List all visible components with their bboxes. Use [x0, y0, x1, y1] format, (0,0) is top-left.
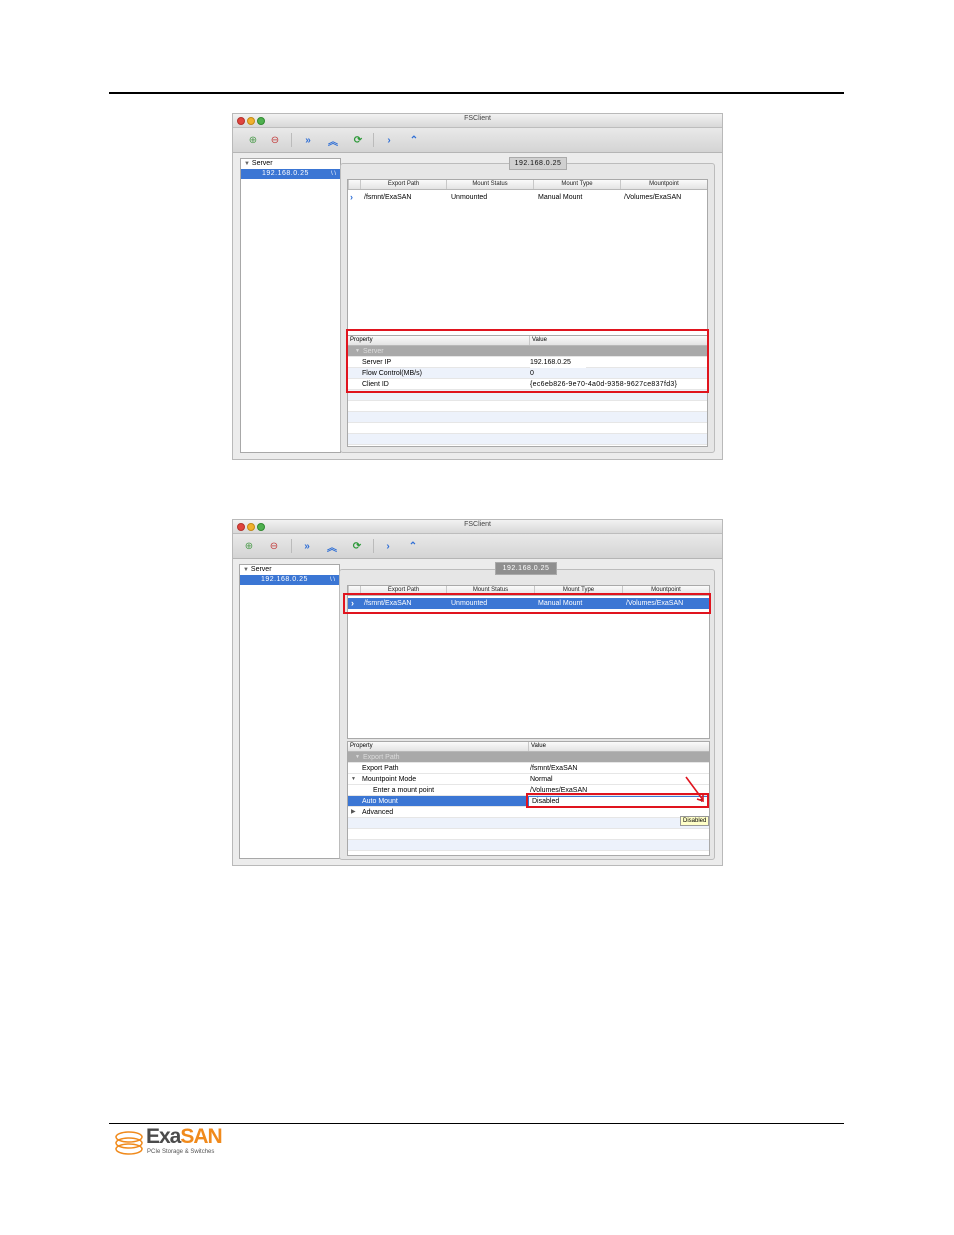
mountpoint-cell: /Volumes/ExaSAN: [624, 194, 682, 201]
remove-server-icon[interactable]: ⊖: [266, 538, 282, 554]
value-column-header[interactable]: Value: [528, 742, 546, 751]
property-row[interactable]: ▼ Mountpoint Mode Normal: [348, 774, 709, 785]
property-column-header[interactable]: Property: [350, 742, 373, 751]
empty-row: [348, 434, 707, 445]
property-name: Enter a mount point: [373, 787, 435, 794]
footer-rule: [109, 1123, 844, 1124]
brand-name: ExaSAN: [146, 1125, 223, 1148]
column-header[interactable]: Mountpoint: [620, 180, 707, 189]
group-disclosure-icon[interactable]: ▼: [355, 752, 360, 763]
row-arrow-icon: ›: [350, 192, 353, 202]
sidebar-host-label: 192.168.0.25: [262, 170, 309, 177]
mount-icon[interactable]: ›: [381, 132, 397, 148]
column-header[interactable]: Mount Type: [533, 180, 620, 189]
empty-row: [348, 423, 707, 434]
empty-row: [348, 818, 709, 829]
empty-row: [348, 840, 709, 851]
brand-tagline: PCIe Storage & Switches: [147, 1149, 215, 1155]
toolbar: ⊕ ⊖ » ︽ ⟳ › ⌃: [233, 128, 722, 153]
column-header[interactable]: [348, 180, 360, 189]
empty-row: [348, 412, 707, 423]
sidebar-root-label: Server: [250, 566, 272, 573]
empty-row: [348, 829, 709, 840]
exasan-logo: ExaSAN PCIe Storage & Switches: [113, 1126, 233, 1160]
group-label: Export Path: [363, 754, 400, 761]
disclosure-triangle-icon[interactable]: ▼: [244, 161, 250, 167]
property-name: Advanced: [362, 809, 394, 816]
toolbar-separator: [373, 539, 374, 553]
property-row[interactable]: ▶ Advanced: [348, 807, 709, 818]
property-row[interactable]: Export Path/fsmnt/ExaSAN: [348, 763, 709, 774]
host-marker: \ \: [330, 171, 336, 177]
toolbar-separator: [291, 539, 292, 553]
empty-row: [348, 401, 707, 412]
sidebar-host-label: 192.168.0.25: [261, 576, 308, 583]
fsclient-window-export-properties: FSClient ⊕ ⊖ » ︽ ⟳ › ⌃ ▼ Server 192.168.…: [232, 519, 723, 866]
sidebar-root-label: Server: [251, 160, 273, 167]
mount-icon[interactable]: ›: [380, 538, 396, 554]
tooltip: Disabled: [680, 816, 710, 826]
window-title: FSClient: [464, 115, 491, 122]
brand-exa: Exa: [146, 1125, 181, 1148]
properties-header: Property Value: [348, 742, 709, 752]
tab-server[interactable]: 192.168.0.25: [509, 157, 567, 170]
table-row[interactable]: › /fsmnt/ExaSAN Unmounted Manual Mount /…: [348, 192, 707, 203]
unmount-all-icon[interactable]: ︽: [324, 538, 340, 554]
column-header[interactable]: Export Path: [360, 180, 446, 189]
property-name: Export Path: [362, 765, 399, 772]
mount-type-cell: Manual Mount: [538, 194, 583, 201]
annotation-arrow-icon: [685, 776, 704, 803]
server-sidebar: ▼ Server 192.168.0.25 \ \: [239, 564, 340, 859]
window-title: FSClient: [464, 521, 491, 528]
title-bar: FSClient: [233, 520, 722, 534]
property-value[interactable]: Normal: [530, 774, 553, 785]
tab-server[interactable]: 192.168.0.25: [495, 562, 557, 575]
unmount-all-icon[interactable]: ︽: [325, 132, 341, 148]
property-name: Mountpoint Mode: [362, 776, 417, 783]
annotation-highlight-box: [343, 593, 711, 614]
export-path-cell: /fsmnt/ExaSAN: [364, 194, 412, 201]
toolbar-separator: [373, 133, 374, 147]
add-server-icon[interactable]: ⊕: [245, 132, 261, 148]
disclosure-triangle-icon[interactable]: ▼: [351, 774, 356, 785]
mount-status-cell: Unmounted: [451, 194, 488, 201]
property-value[interactable]: /fsmnt/ExaSAN: [530, 763, 577, 774]
remove-server-icon[interactable]: ⊖: [267, 132, 283, 148]
disclosure-triangle-icon[interactable]: ▼: [243, 567, 249, 573]
mount-all-icon[interactable]: »: [300, 132, 316, 148]
disclosure-right-icon[interactable]: ▶: [351, 807, 356, 818]
host-marker: \ \: [329, 577, 335, 583]
toolbar-separator: [291, 133, 292, 147]
unmount-icon[interactable]: ⌃: [405, 538, 421, 554]
table-header: Export Path Mount Status Mount Type Moun…: [348, 180, 707, 190]
brand-san: SAN: [180, 1125, 222, 1148]
toolbar: ⊕ ⊖ » ︽ ⟳ › ⌃: [233, 534, 722, 559]
property-group-row[interactable]: ▼ Export Path: [348, 752, 709, 763]
sidebar-server-group[interactable]: ▼ Server: [241, 159, 340, 169]
mount-all-icon[interactable]: »: [299, 538, 315, 554]
disk-stack-icon: [115, 1131, 143, 1155]
sidebar-item-server[interactable]: 192.168.0.25 \ \: [240, 575, 339, 585]
column-header[interactable]: Mount Status: [446, 180, 533, 189]
sidebar-item-server[interactable]: 192.168.0.25 \ \: [241, 169, 340, 179]
annotation-highlight-box: [346, 329, 709, 393]
title-bar: FSClient: [233, 114, 722, 128]
header-rule: [109, 92, 844, 94]
sidebar-server-group[interactable]: ▼ Server: [240, 565, 339, 575]
refresh-icon[interactable]: ⟳: [349, 538, 365, 554]
fsclient-window-server-properties: FSClient ⊕ ⊖ » ︽ ⟳ › ⌃ ▼ Server 192.168.…: [232, 113, 723, 460]
unmount-icon[interactable]: ⌃: [406, 132, 422, 148]
exports-table: Export Path Mount Status Mount Type Moun…: [347, 179, 708, 342]
refresh-icon[interactable]: ⟳: [350, 132, 366, 148]
property-name: Auto Mount: [362, 798, 398, 805]
add-server-icon[interactable]: ⊕: [241, 538, 257, 554]
server-sidebar: ▼ Server 192.168.0.25 \ \: [240, 158, 341, 453]
